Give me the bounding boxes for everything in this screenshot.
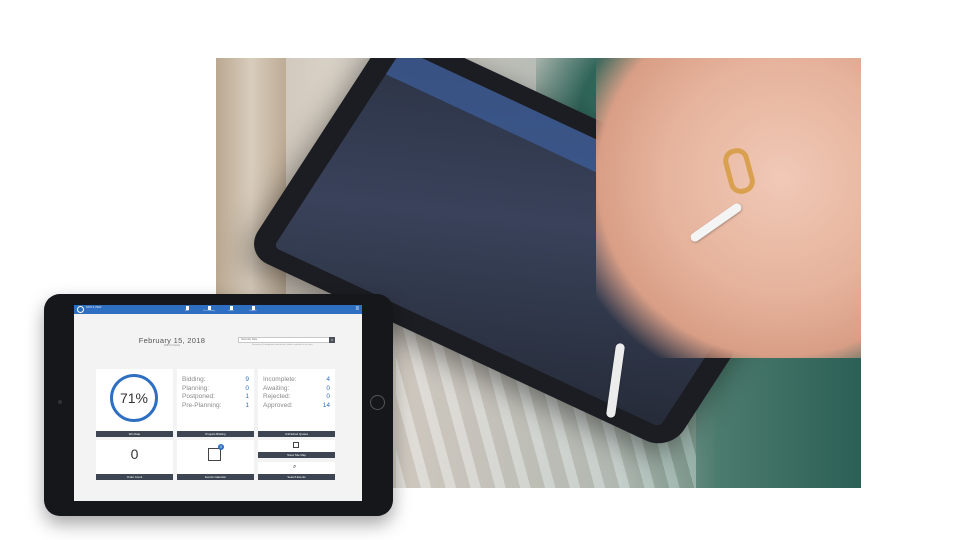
stat-name: Pre-Planning: <box>182 401 222 409</box>
win-rate-label: Win Rate <box>96 431 173 437</box>
app-logo-icon[interactable] <box>77 306 84 313</box>
projects-bidding-label: Projects Bidding <box>177 431 254 437</box>
events-badge: 0 <box>218 444 224 450</box>
nav-label: Orders <box>227 310 235 312</box>
win-rate-value: 71% <box>119 390 149 406</box>
stat-row: Planning: 0 <box>182 385 249 394</box>
top-nav: Bids Pre-Planning Orders Reports <box>179 305 261 313</box>
stat-row: Postponed: 1 <box>182 393 249 402</box>
site-map-label: Show Site Map <box>258 452 335 458</box>
stat-value: 1 <box>245 393 249 400</box>
marketing-image: DATA II VIEW Bids Pre-Planning Orders Re… <box>0 0 960 540</box>
dashboard: February 15, 2018 (Set 2.0 Items) Saturd… <box>74 314 362 501</box>
stat-name: Approved: <box>263 401 293 409</box>
win-rate-card[interactable]: 71% Win Rate <box>96 369 173 437</box>
filter-select[interactable]: Saturday Data ▾ <box>238 337 335 343</box>
stat-name: Planning: <box>182 384 210 392</box>
stat-name: Rejected: <box>263 393 291 400</box>
stat-value: 0 <box>326 384 330 392</box>
nav-label: Reports <box>249 310 257 312</box>
stats-list: Bidding: 9 Planning: 0 Postponed: 1 Pre-Pla… <box>182 376 249 410</box>
stat-value: 1 <box>245 401 249 409</box>
app-header: DATA II VIEW Bids Pre-Planning Orders Re… <box>74 305 362 314</box>
stat-row: Incomplete: 4 <box>263 376 330 385</box>
app-brand: DATA II VIEW <box>86 306 102 309</box>
tablet-screen: DATA II VIEW Bids Pre-Planning Orders Re… <box>74 305 362 501</box>
stat-name: Incomplete: <box>263 376 297 383</box>
stat-row: Approved: 14 <box>263 402 330 411</box>
unfinished-quotes-label: Unfinished Quotes <box>258 431 335 437</box>
search-icon: ⌕ <box>293 464 297 470</box>
map-icon <box>293 442 299 448</box>
stat-name: Postponed: <box>182 393 215 400</box>
order-count-card[interactable]: 0 Order Count <box>96 440 173 480</box>
home-button[interactable] <box>370 395 385 410</box>
nav-reports[interactable]: Reports <box>245 305 261 313</box>
events-calendar-label: Events Calendar <box>177 474 254 480</box>
stat-name: Awaiting: <box>263 384 290 392</box>
unfinished-quotes-card[interactable]: Incomplete: 4 Awaiting: 0 Rejected: 0 Appro… <box>258 369 335 437</box>
chevron-down-icon[interactable]: ▾ <box>329 337 335 343</box>
stat-row: Rejected: 0 <box>263 393 330 402</box>
stat-value: 0 <box>326 393 330 400</box>
site-map-card[interactable]: Show Site Map <box>258 440 335 458</box>
stat-value: 4 <box>326 376 330 383</box>
page-date-subtitle: (Set 2.0 Items) <box>163 344 181 347</box>
nav-label: Bids <box>185 310 189 312</box>
nav-label: Pre-Planning <box>203 310 215 312</box>
stat-value: 9 <box>245 376 249 383</box>
events-calendar-card[interactable]: 0 Events Calendar <box>177 440 254 480</box>
stat-row: Awaiting: 0 <box>263 385 330 394</box>
stat-value: 14 <box>322 401 330 409</box>
tablet-device: DATA II VIEW Bids Pre-Planning Orders Re… <box>44 294 393 516</box>
stat-row: Bidding: 9 <box>182 376 249 385</box>
nav-pre-planning[interactable]: Pre-Planning <box>201 305 217 313</box>
order-count-label: Order Count <box>96 474 173 480</box>
stats-list: Incomplete: 4 Awaiting: 0 Rejected: 0 Appro… <box>263 376 330 410</box>
hamburger-menu-icon[interactable]: ≡ <box>355 306 359 313</box>
filter-value: Saturday Data <box>241 338 257 341</box>
nav-orders[interactable]: Orders <box>223 305 239 313</box>
nav-bids[interactable]: Bids <box>179 305 195 313</box>
search-events-card[interactable]: ⌕ Search Events <box>258 462 335 480</box>
calendar-icon <box>208 448 221 461</box>
stat-name: Bidding: <box>182 376 206 383</box>
stat-row: Pre-Planning: 1 <box>182 402 249 411</box>
order-count-value: 0 <box>130 446 139 462</box>
projects-bidding-card[interactable]: Bidding: 9 Planning: 0 Postponed: 1 Pre-Pla… <box>177 369 254 437</box>
stat-value: 0 <box>245 384 249 392</box>
search-events-label: Search Events <box>258 474 335 480</box>
camera-icon <box>58 400 62 404</box>
filter-hint: Showing all completed transactions (date… <box>252 344 313 346</box>
